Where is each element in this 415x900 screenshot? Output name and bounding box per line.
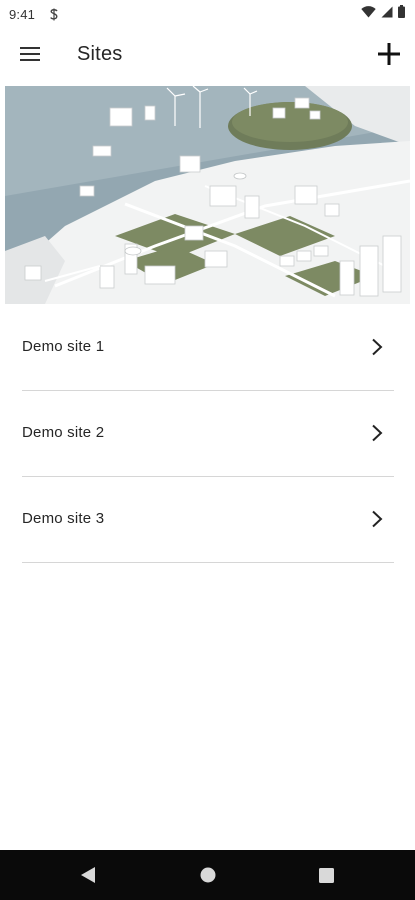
site-label: Demo site 3	[22, 509, 105, 527]
plus-icon	[378, 42, 400, 70]
menu-button[interactable]	[13, 42, 47, 70]
battery-icon	[398, 5, 405, 23]
sites-screen: 9:41 Sites Demo site 1 Demo site 2 Demo …	[0, 0, 415, 900]
site-hero-image	[5, 86, 410, 304]
site-label: Demo site 1	[22, 337, 105, 355]
system-nav-bar	[0, 850, 415, 900]
hamburger-menu-icon	[20, 46, 40, 67]
status-time: 9:41	[9, 6, 36, 22]
site-label: Demo site 2	[22, 423, 105, 441]
back-icon[interactable]	[80, 867, 96, 888]
s-notification-icon	[49, 8, 59, 21]
recents-icon[interactable]	[319, 868, 334, 888]
site-list: Demo site 1 Demo site 2 Demo site 3	[22, 305, 394, 563]
chevron-right-icon	[370, 510, 384, 528]
app-bar: Sites	[0, 28, 415, 84]
status-icons	[361, 5, 405, 23]
site-list-item-2[interactable]: Demo site 2	[22, 391, 394, 477]
home-icon[interactable]	[200, 867, 216, 888]
wifi-icon	[361, 5, 376, 23]
site-list-item-1[interactable]: Demo site 1	[22, 305, 394, 391]
page-title: Sites	[77, 43, 123, 65]
add-site-button[interactable]	[373, 40, 405, 72]
site-list-item-3[interactable]: Demo site 3	[22, 477, 394, 563]
chevron-right-icon	[370, 424, 384, 442]
chevron-right-icon	[370, 338, 384, 356]
cellular-signal-icon	[381, 5, 393, 23]
status-bar: 9:41	[0, 0, 415, 28]
